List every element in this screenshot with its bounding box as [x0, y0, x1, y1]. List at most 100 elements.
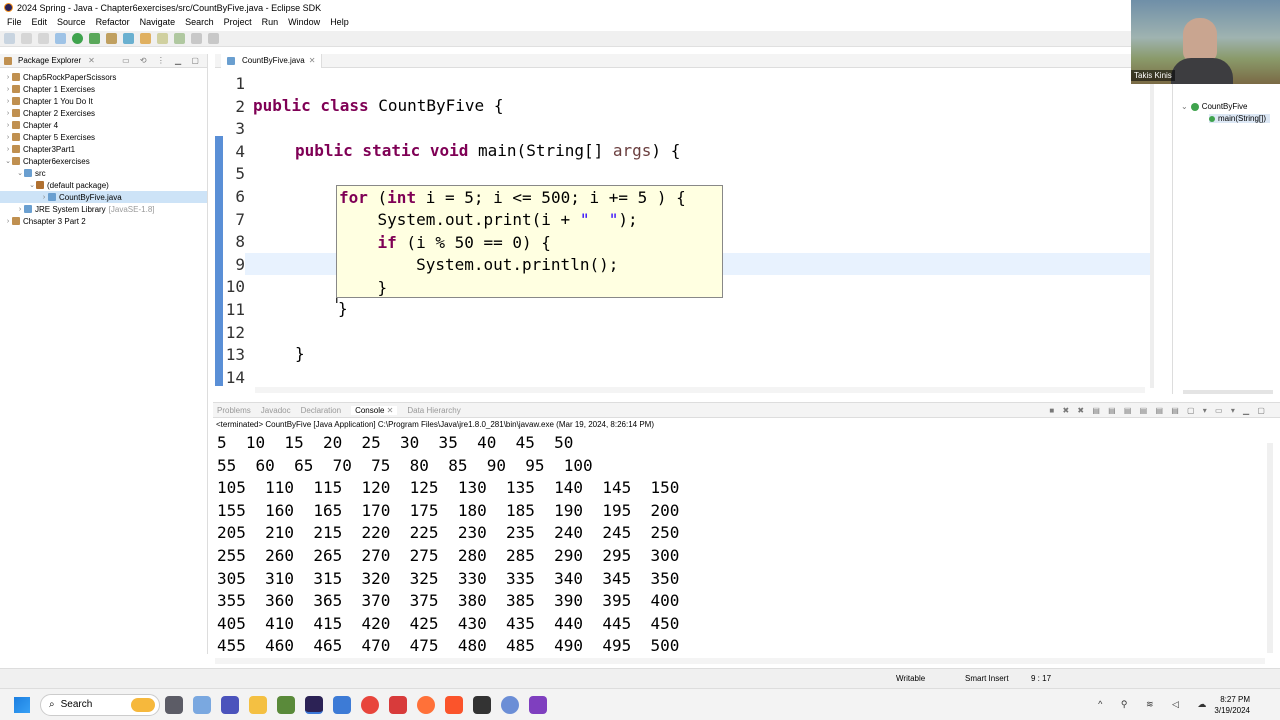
eclipse-taskbar-icon[interactable] — [305, 695, 323, 714]
eclipse-icon — [4, 3, 13, 12]
vertical-scrollbar[interactable] — [1150, 68, 1154, 388]
run-icon[interactable] — [72, 33, 83, 44]
tree-item[interactable]: ⌄ (default package) — [0, 179, 207, 191]
new-package-icon[interactable] — [106, 33, 117, 44]
tab-problems[interactable]: Problems — [217, 406, 251, 415]
menu-refactor[interactable]: Refactor — [91, 17, 135, 27]
tree-item[interactable]: › JRE System Library [JavaSE-1.8] — [0, 203, 207, 215]
console-scrollbar[interactable] — [1267, 443, 1273, 653]
outline-method[interactable]: main(String[]) — [1209, 114, 1271, 123]
firefox-icon[interactable] — [417, 695, 435, 714]
visual-studio-icon[interactable] — [529, 695, 547, 714]
menu-edit[interactable]: Edit — [27, 17, 53, 27]
tree-item[interactable]: › Chapter 1 You Do It — [0, 95, 207, 107]
back-icon[interactable] — [191, 33, 202, 44]
tree-twisty-icon[interactable]: ⌄ — [4, 157, 12, 165]
chrome-icon[interactable] — [361, 695, 379, 714]
tree-item[interactable]: › Chapter 5 Exercises — [0, 131, 207, 143]
tree-twisty-icon[interactable]: › — [4, 134, 12, 141]
console-view: Problems Javadoc Declaration Console ✕ D… — [213, 402, 1280, 664]
new-icon[interactable] — [4, 33, 15, 44]
annotation-icon[interactable] — [174, 33, 185, 44]
menu-file[interactable]: File — [2, 17, 27, 27]
horizontal-scrollbar[interactable] — [255, 387, 1145, 393]
code-line-4[interactable]: public static void main(String[] args) { — [295, 141, 680, 160]
tab-data-hierarchy[interactable]: Data Hierarchy — [407, 406, 460, 415]
tree-item[interactable]: › Chap5RockPaperScissors — [0, 71, 207, 83]
task-view-icon[interactable] — [165, 695, 183, 714]
tree-item[interactable]: › Chapter 2 Exercises — [0, 107, 207, 119]
console-hscrollbar[interactable] — [215, 658, 1265, 664]
clock[interactable]: 8:27 PM 3/19/2024 — [1214, 694, 1250, 716]
run-external-icon[interactable] — [89, 33, 100, 44]
windows-taskbar: ⌕ Search ^ ⚲ ≋ ◁ ☁ 8:27 PM 3/19/2024 — [0, 688, 1280, 720]
console-toolbar-icons[interactable]: ■ ✖ ✖ ▤ ▤ ▤ ▤ ▤ ▤ ▢ ▾ ▭ ▾ ▁ ▢ — [1049, 406, 1268, 415]
close-icon[interactable]: ✕ — [88, 56, 95, 65]
menu-window[interactable]: Window — [283, 17, 325, 27]
project-icon — [12, 97, 20, 105]
tree-item[interactable]: › Chapter3Part1 — [0, 143, 207, 155]
tree-item-label: Chsapter 3 Part 2 — [23, 216, 86, 226]
tree-twisty-icon[interactable]: › — [40, 194, 48, 201]
menu-source[interactable]: Source — [52, 17, 91, 27]
notepad-icon[interactable] — [277, 695, 295, 714]
menu-help[interactable]: Help — [325, 17, 354, 27]
console-output-line: 355 360 365 370 375 380 385 390 395 400 — [217, 591, 680, 611]
tree-twisty-icon[interactable]: ⌄ — [28, 181, 36, 189]
app-icon[interactable] — [333, 695, 351, 714]
outline-class[interactable]: ⌄ CountByFive — [1181, 102, 1248, 111]
console-tabs: Problems Javadoc Declaration Console ✕ D… — [213, 403, 1280, 418]
tree-item[interactable]: ⌄ Chapter6exercises — [0, 155, 207, 167]
code-line-11[interactable]: } — [338, 299, 348, 318]
forward-icon[interactable] — [208, 33, 219, 44]
outline-scrollbar[interactable] — [1183, 390, 1273, 394]
windows-start-icon[interactable] — [14, 696, 30, 713]
open-type-icon[interactable] — [140, 33, 151, 44]
save-all-icon[interactable] — [38, 33, 49, 44]
widgets-icon[interactable] — [193, 695, 211, 714]
debug-icon[interactable] — [55, 33, 66, 44]
menu-search[interactable]: Search — [180, 17, 219, 27]
tree-twisty-icon[interactable]: › — [4, 86, 12, 93]
tree-item[interactable]: › CountByFive.java — [0, 191, 207, 203]
tray-icons[interactable]: ^ ⚲ ≋ ◁ ☁ — [1098, 699, 1214, 710]
save-icon[interactable] — [21, 33, 32, 44]
view-menu-icon[interactable]: ▭ ⟲ ⋮ ▁ ▢ — [122, 56, 203, 65]
tab-javadoc[interactable]: Javadoc — [261, 406, 291, 415]
tree-twisty-icon[interactable]: › — [4, 74, 12, 81]
menu-navigate[interactable]: Navigate — [135, 17, 181, 27]
tree-twisty-icon[interactable]: › — [4, 110, 12, 117]
tree-twisty-icon[interactable]: › — [16, 206, 24, 213]
tree-item[interactable]: ⌄ src — [0, 167, 207, 179]
code-line-13[interactable]: } — [295, 344, 305, 363]
brave-icon[interactable] — [445, 695, 463, 714]
tree-twisty-icon[interactable]: ⌄ — [16, 169, 24, 177]
tree-item[interactable]: › Chsapter 3 Part 2 — [0, 215, 207, 227]
tree-item-label: CountByFive.java — [59, 192, 122, 202]
package-explorer-tab[interactable]: Package Explorer ✕ ▭ ⟲ ⋮ ▁ ▢ — [0, 54, 207, 68]
zoom-icon[interactable] — [389, 695, 407, 714]
tree-twisty-icon[interactable]: › — [4, 146, 12, 153]
search-toolbar-icon[interactable] — [157, 33, 168, 44]
tree-item[interactable]: › Chapter 1 Exercises — [0, 83, 207, 95]
taskbar-search[interactable]: ⌕ Search — [40, 693, 160, 716]
tab-declaration[interactable]: Declaration — [301, 406, 341, 415]
new-class-icon[interactable] — [123, 33, 134, 44]
tree-item[interactable]: › Chapter 4 — [0, 119, 207, 131]
tab-console[interactable]: Console ✕ — [351, 405, 398, 415]
tree-item-label: Chapter 1 You Do It — [23, 96, 93, 106]
close-icon[interactable]: ✕ — [309, 56, 316, 65]
webcam-overlay: Takis Kinis — [1131, 0, 1280, 84]
tree-twisty-icon[interactable]: › — [4, 218, 12, 225]
file-explorer-icon[interactable] — [249, 695, 267, 714]
close-icon[interactable]: ✕ — [387, 406, 394, 415]
menu-run[interactable]: Run — [257, 17, 284, 27]
tab-countbyfive-java[interactable]: CountByFive.java ✕ — [221, 53, 323, 68]
code-line-2[interactable]: public class CountByFive { — [253, 96, 503, 115]
teams-icon[interactable] — [221, 695, 239, 714]
browser-icon[interactable] — [501, 695, 519, 714]
tree-twisty-icon[interactable]: › — [4, 122, 12, 129]
wikipedia-icon[interactable] — [473, 695, 491, 714]
tree-twisty-icon[interactable]: › — [4, 98, 12, 105]
menu-project[interactable]: Project — [219, 17, 257, 27]
